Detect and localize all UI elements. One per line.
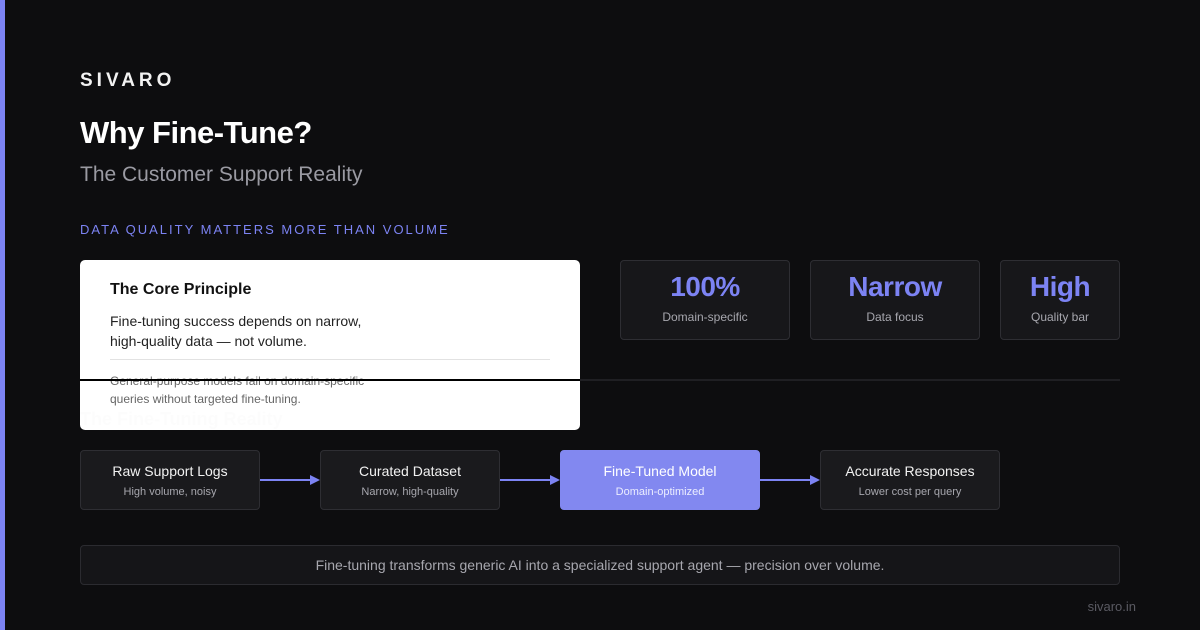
card-title: The Core Principle (110, 281, 252, 298)
node-label: Raw Support Logs (112, 463, 228, 479)
node-sublabel: Domain-optimized (615, 486, 705, 498)
page-title: Why Fine-Tune? (80, 115, 312, 150)
core-principle-card: The Core Principle Fine-tuning success d… (80, 260, 580, 430)
node-label: Accurate Responses (845, 463, 975, 479)
flow-title: The Fine-Tuning Reality (80, 409, 283, 429)
stat-data-focus: Narrow Data focus (810, 260, 980, 340)
stat-value: High (1029, 271, 1091, 302)
card-note: General-purpose models fail on domain-sp… (110, 374, 365, 406)
summary-banner: Fine-tuning transforms generic AI into a… (80, 545, 1120, 585)
arrow-right-icon (500, 475, 560, 485)
card-body: Fine-tuning success depends on narrow, h… (110, 313, 362, 349)
stat-quality-bar: High Quality bar (1000, 260, 1120, 340)
node-label: Curated Dataset (359, 463, 461, 479)
section-label: DATA QUALITY MATTERS MORE THAN VOLUME (80, 222, 450, 237)
section-divider-overlay (80, 379, 580, 381)
stat-label: Domain-specific (662, 310, 748, 324)
arrow-right-icon (260, 475, 320, 485)
page-subtitle: The Customer Support Reality (80, 163, 363, 186)
node-sublabel: Narrow, high-quality (361, 486, 459, 498)
arrow-right-icon (760, 475, 820, 485)
node-sublabel: Lower cost per query (858, 486, 962, 498)
flow-node-accurate-responses: Accurate Responses Lower cost per query (820, 450, 1000, 510)
stat-label: Data focus (866, 310, 924, 324)
stat-value: 100% (670, 271, 740, 302)
flow-node-curated-dataset: Curated Dataset Narrow, high-quality (320, 450, 500, 510)
stat-domain-specific: 100% Domain-specific (620, 260, 790, 340)
node-sublabel: High volume, noisy (123, 486, 217, 498)
flow-node-fine-tuned-model: Fine-Tuned Model Domain-optimized (560, 450, 760, 510)
stat-value: Narrow (848, 271, 942, 302)
node-label: Fine-Tuned Model (603, 463, 717, 479)
card-divider (110, 359, 550, 360)
flow-node-raw-logs: Raw Support Logs High volume, noisy (80, 450, 260, 510)
stat-label: Quality bar (1030, 310, 1090, 324)
accent-bar (0, 0, 5, 630)
footer-url: sivaro.in (1087, 599, 1136, 614)
brand-logo: SIVARO (80, 70, 176, 91)
